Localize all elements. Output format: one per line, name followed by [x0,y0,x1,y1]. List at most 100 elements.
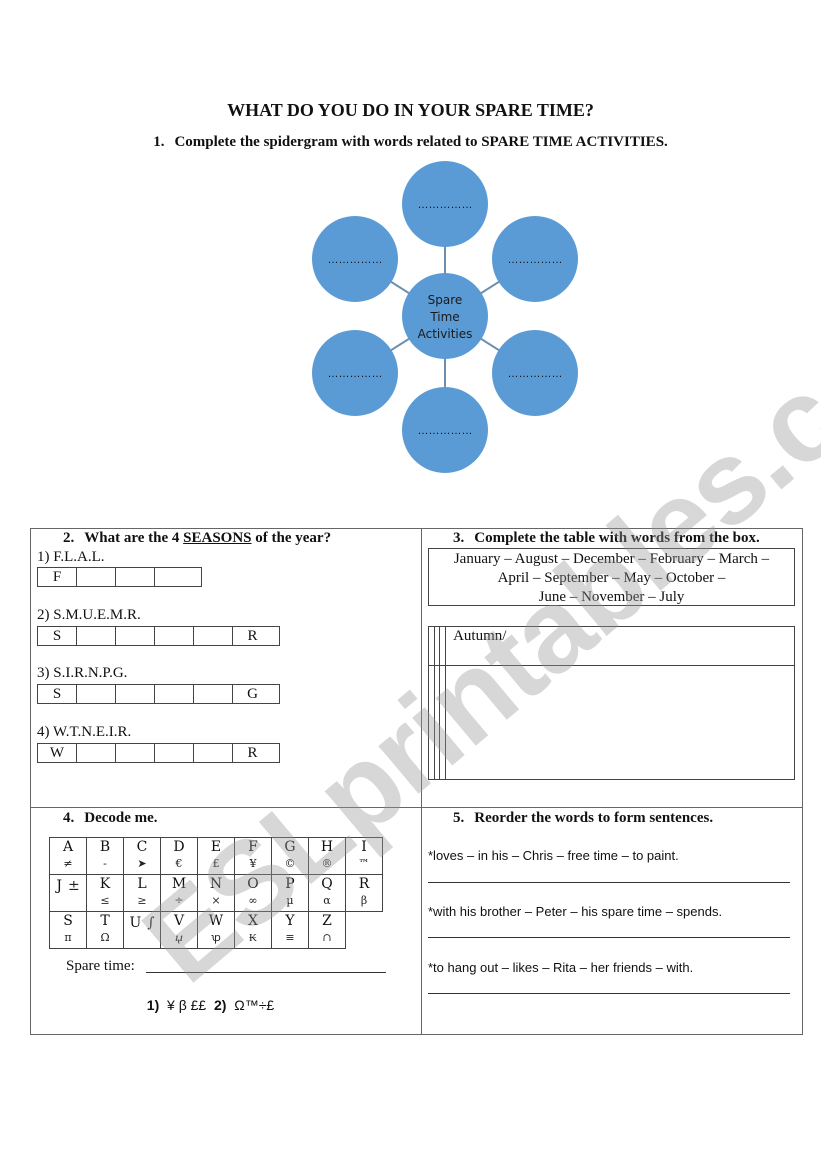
letter-box[interactable] [194,744,233,762]
letter-box[interactable] [155,744,194,762]
activity-bubble-blank: …………… [328,368,383,380]
code-symbol: © [284,857,296,870]
code-symbol: ➤ [137,857,147,870]
letter-box[interactable]: R [233,744,272,762]
code-cell: Wꝕ [197,911,235,949]
activity-bubble[interactable]: …………… [492,330,578,416]
activity-bubble[interactable]: …………… [492,216,578,302]
spare-time-label: Spare time: [66,958,135,974]
word-box-line: January – August – December – February –… [453,551,770,567]
code-cell: I ™ [345,837,383,875]
code-cell: Rβ [345,874,383,912]
code-cell: O ∞ [234,874,272,912]
answer-line-3[interactable] [428,993,790,994]
code-symbol: α [323,894,331,907]
code-cell: N × [197,874,235,912]
season-2-letter-boxes: S R [37,626,280,646]
code-letter: D [173,839,185,855]
letter-box[interactable]: W [38,744,77,762]
exercise-3-heading-text: Complete the table with words from the b… [474,530,760,546]
code-letter: X [248,913,258,929]
code-row: Sπ T Ω U ∫ Vⴤ Wꝕ X ₭ Y ≡ Z ∩ [49,911,383,949]
letter-box[interactable] [77,627,116,645]
code-letter: B [99,839,111,855]
season-2-label: 2) S.M.U.E.M.R. [37,607,141,623]
letter-box[interactable] [155,627,194,645]
code-cell: Qα [308,874,346,912]
grid-vertical-divider [421,528,422,1035]
code-symbol: ¥ [249,857,257,870]
letter-box[interactable] [155,685,194,703]
spare-time-answer-line[interactable] [146,972,386,973]
code-letter: E [210,839,222,855]
letter-box[interactable]: S [38,627,77,645]
exercise-2-heading-text: What are the 4 [84,530,184,546]
code-letter: M [171,876,187,892]
code-letter: N [209,876,223,892]
code-letter: U [129,915,142,931]
code-cell: Z ∩ [308,911,346,949]
code-symbol: µ [286,894,294,907]
code-letter: F [248,839,258,855]
table-body-cell[interactable] [445,665,795,780]
code-symbol: Ω [100,931,110,944]
letter-box[interactable] [77,685,116,703]
letter-box[interactable] [155,568,194,586]
code-letter: G [284,839,296,855]
letter-box[interactable] [77,744,116,762]
code-letter: Z [322,913,332,929]
letter-box[interactable] [194,685,233,703]
code-letter: L [137,876,147,892]
code-symbol: ꝕ [211,931,221,944]
code-letter: S [63,913,73,929]
letter-box[interactable] [116,568,155,586]
code-cell: Pµ [271,874,309,912]
code-cell: Vⴤ [160,911,198,949]
answer-line-2[interactable] [428,937,790,938]
code-letter: Q [321,876,333,892]
answer-line-1[interactable] [428,882,790,883]
letter-box[interactable] [116,685,155,703]
center-bubble: Spare Time Activities [402,273,488,359]
code-letter: A [62,839,74,855]
activity-bubble[interactable]: …………… [312,330,398,416]
letter-box[interactable]: F [38,568,77,586]
code-symbol: - [103,857,107,870]
code-letter: C [136,839,148,855]
code-letter: H [320,839,334,855]
code-symbol: ™ [358,857,370,870]
code-symbol: ⴤ [174,931,184,944]
coded-words: 1) ¥ β ££ 2) Ω™÷£ [0,997,421,1013]
code-letter: P [285,876,295,892]
code-cell: M ÷ [160,874,198,912]
spidergram-svg: …………… …………… …………… …………… …………… …………… Spare Tim… [312,161,578,473]
code-symbol: ≥ [137,894,147,907]
center-label-line-2: Time [429,310,459,324]
table-header-cell-autumn[interactable]: Autumn/ [445,626,795,666]
code-symbol: ≤ [100,894,110,907]
code-cell: Y ≡ [271,911,309,949]
exercise-2-heading-text-end: of the year? [251,530,332,546]
code-symbol: ∩ [322,931,332,944]
activity-bubble[interactable]: …………… [402,387,488,473]
code-cell: Sπ [49,911,87,949]
code-symbol: ∞ [248,894,258,907]
letter-box[interactable] [116,744,155,762]
code-letter: T [100,913,110,929]
code-cell: TΩ [86,911,124,949]
letter-box[interactable]: S [38,685,77,703]
season-4-label: 4) W.T.N.E.I.R. [37,724,132,740]
code-letter: K [99,876,111,892]
center-label-line-1: Spare [428,293,463,307]
letter-box[interactable]: G [233,685,272,703]
exercise-1-instruction: 1. Complete the spidergram with words rel… [0,134,821,151]
activity-bubble[interactable]: …………… [402,161,488,247]
code-symbol: ÷ [174,894,184,907]
code-key-table: A ≠ B - C ➤ D € E £ F ¥ G © H ® I ™ J ± K ≤ L ≥ M ÷ N × O ∞ Pµ Qα Rβ Sπ T Ω… [49,837,383,949]
letter-box[interactable] [194,627,233,645]
season-1-letter-boxes: F [37,567,202,587]
letter-box[interactable] [77,568,116,586]
activity-bubble[interactable]: …………… [312,216,398,302]
letter-box[interactable] [116,627,155,645]
letter-box[interactable]: R [233,627,272,645]
